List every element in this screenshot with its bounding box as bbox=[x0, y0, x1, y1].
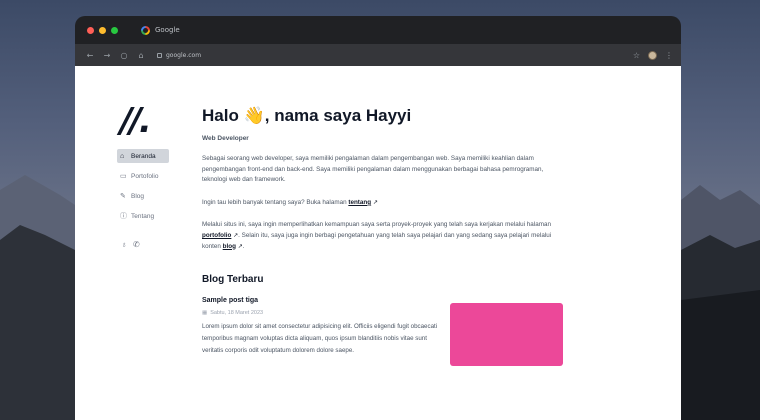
maximize-window-button[interactable] bbox=[111, 26, 118, 34]
title-bar: Google bbox=[75, 16, 681, 44]
address-bar[interactable]: google.com bbox=[157, 52, 633, 59]
blog-link[interactable]: blog bbox=[223, 243, 236, 250]
url-text: google.com bbox=[166, 51, 202, 59]
sidebar-item-label: Blog bbox=[131, 192, 145, 200]
sidebar-item-label: Beranda bbox=[131, 152, 156, 160]
briefcase-icon: ▭ bbox=[120, 173, 127, 180]
tentang-link[interactable]: tentang bbox=[348, 199, 371, 206]
minimize-window-button[interactable] bbox=[99, 26, 106, 34]
page-title: Halo 👋, nama saya Hayyi bbox=[202, 106, 412, 125]
post-thumbnail[interactable] bbox=[450, 303, 563, 367]
browser-tab[interactable]: Google bbox=[131, 16, 190, 44]
pencil-icon: ✎ bbox=[120, 193, 126, 200]
tab-title: Google bbox=[155, 26, 180, 34]
external-link-icon: ↗ bbox=[372, 199, 378, 206]
sidebar-item-portofolio[interactable]: ▭ Portofolio bbox=[117, 169, 169, 183]
sidebar-item-beranda[interactable]: ⌂ Beranda bbox=[117, 149, 169, 163]
sidebar-item-label: Tentang bbox=[131, 212, 155, 220]
browser-window: Google ← → ○ ⌂ google.com ☆ ⋮ //. ⌂ Bera… bbox=[75, 16, 681, 420]
profile-avatar[interactable] bbox=[648, 50, 657, 60]
whatsapp-icon[interactable]: ✆ bbox=[133, 240, 140, 249]
sidebar-item-tentang[interactable]: ⓘ Tentang bbox=[117, 209, 169, 223]
calendar-icon: ▦ bbox=[202, 310, 208, 317]
google-favicon-icon bbox=[141, 25, 150, 35]
info-icon: ⓘ bbox=[120, 213, 127, 220]
home-icon[interactable]: ⌂ bbox=[134, 51, 148, 60]
home-icon: ⌂ bbox=[120, 152, 125, 160]
bookmark-star-icon[interactable]: ☆ bbox=[633, 51, 640, 60]
close-window-button[interactable] bbox=[87, 26, 94, 34]
back-arrow-icon[interactable]: ← bbox=[83, 51, 97, 60]
menu-kebab-icon[interactable]: ⋮ bbox=[665, 51, 673, 60]
waving-hand-emoji: 👋 bbox=[243, 106, 265, 125]
job-role: Web Developer bbox=[202, 135, 249, 142]
blog-section-heading: Blog Terbaru bbox=[202, 274, 264, 286]
social-links: ♁ ✆ bbox=[121, 240, 140, 249]
web-page: //. ⌂ Beranda ▭ Portofolio ✎ Blog ⓘ Tent… bbox=[75, 66, 681, 420]
sidebar-item-label: Portofolio bbox=[131, 172, 159, 180]
blog-post-card[interactable]: Sample post tiga ▦ Sabtu, 18 Maret 2023 … bbox=[202, 297, 567, 367]
post-date-text: Sabtu, 18 Maret 2023 bbox=[210, 310, 264, 317]
site-logo[interactable]: //. bbox=[120, 101, 152, 141]
main-content: Halo 👋, nama saya Hayyi Web Developer Se… bbox=[202, 106, 567, 367]
github-icon[interactable]: ♁ bbox=[121, 240, 127, 249]
about-paragraph: Ingin tau lebih banyak tentang saya? Buk… bbox=[202, 198, 378, 206]
lock-icon bbox=[157, 52, 162, 58]
portfolio-paragraph: Melalui situs ini, saya ingin memperliha… bbox=[202, 221, 552, 250]
reload-icon[interactable]: ○ bbox=[117, 51, 131, 60]
forward-arrow-icon[interactable]: → bbox=[100, 51, 114, 60]
browser-toolbar: ← → ○ ⌂ google.com ☆ ⋮ bbox=[75, 44, 681, 66]
portofolio-link[interactable]: portofolio bbox=[202, 232, 231, 239]
side-navigation: ⌂ Beranda ▭ Portofolio ✎ Blog ⓘ Tentang bbox=[117, 149, 169, 229]
sidebar-item-blog[interactable]: ✎ Blog bbox=[117, 189, 169, 203]
post-excerpt: Lorem ipsum dolor sit amet consectetur a… bbox=[202, 323, 438, 355]
intro-paragraph: Sebagai seorang web developer, saya memi… bbox=[202, 155, 544, 184]
